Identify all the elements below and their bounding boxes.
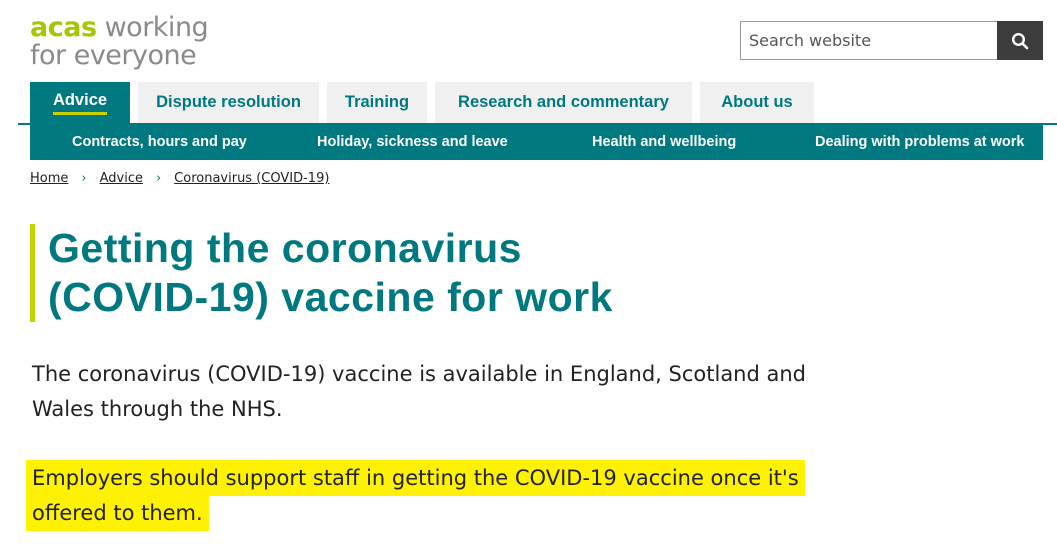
chevron-right-icon: › <box>155 171 162 186</box>
tab-label: Dispute resolution <box>156 93 301 111</box>
acas-logo[interactable]: acas working for everyone <box>30 12 209 71</box>
breadcrumb-home[interactable]: Home <box>30 171 68 186</box>
tab-research-and-commentary[interactable]: Research and commentary <box>435 82 692 123</box>
page-title-line2: (COVID-19) vaccine for work <box>48 274 613 320</box>
subnav-health-wellbeing[interactable]: Health and wellbeing <box>592 125 736 160</box>
search-form <box>740 21 1043 60</box>
tab-dispute-resolution[interactable]: Dispute resolution <box>138 82 319 123</box>
chevron-right-icon: › <box>81 171 87 186</box>
search-input[interactable] <box>740 21 997 60</box>
tab-about-us[interactable]: About us <box>700 82 814 123</box>
tab-advice[interactable]: Advice <box>30 82 130 123</box>
tab-label: About us <box>721 93 793 111</box>
highlighted-paragraph: Employers should support staff in gettin… <box>32 461 862 531</box>
subnav-contracts-hours-pay[interactable]: Contracts, hours and pay <box>72 125 247 160</box>
page-title-block: Getting the coronavirus (COVID-19) vacci… <box>30 224 688 322</box>
tab-label: Research and commentary <box>458 93 669 111</box>
sub-nav: Contracts, hours and pay Holiday, sickne… <box>30 125 1043 160</box>
logo-line1-rest: working <box>96 12 209 43</box>
breadcrumb: Home › Advice › Coronavirus (COVID-19) <box>30 171 329 186</box>
subnav-dealing-with-problems[interactable]: Dealing with problems at work <box>815 125 1024 160</box>
logo-brand: acas <box>30 12 97 43</box>
tab-label: Training <box>344 93 410 111</box>
intro-paragraph: The coronavirus (COVID-19) vaccine is av… <box>32 362 807 421</box>
search-button[interactable] <box>997 21 1043 60</box>
page-title: Getting the coronavirus (COVID-19) vacci… <box>48 224 688 322</box>
tab-training[interactable]: Training <box>327 82 427 123</box>
page-title-line1: Getting the coronavirus <box>48 225 522 271</box>
highlighted-text: Employers should support staff in gettin… <box>32 466 799 525</box>
main-nav: Advice Dispute resolution Training Resea… <box>30 82 822 123</box>
search-icon <box>1011 32 1029 49</box>
subnav-holiday-sickness-leave[interactable]: Holiday, sickness and leave <box>317 125 508 160</box>
tab-label: Advice <box>52 91 108 115</box>
logo-line2: for everyone <box>30 40 197 71</box>
breadcrumb-advice[interactable]: Advice <box>100 171 143 186</box>
breadcrumb-coronavirus[interactable]: Coronavirus (COVID-19) <box>174 171 329 186</box>
